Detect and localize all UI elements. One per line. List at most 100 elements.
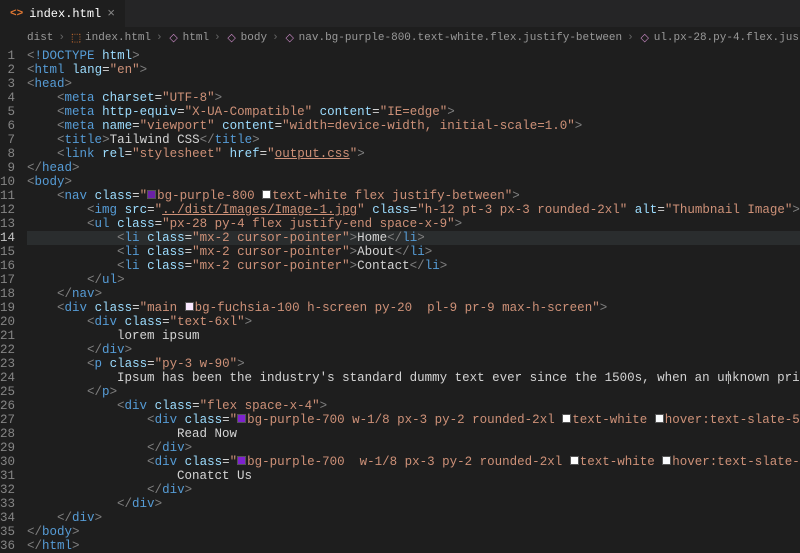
code-line[interactable]: </body> [27,525,800,539]
line-number: 26 [0,399,15,413]
code-line[interactable]: Read Now [27,427,800,441]
code-editor[interactable]: 1234567891011121314151617181920212223242… [0,48,800,552]
code-line[interactable]: <li class="mx-2 cursor-pointer">About</l… [27,245,800,259]
line-number: 35 [0,525,15,539]
breadcrumb-label: ul.px-28.py-4.flex.justify-end.space-x-9 [654,32,800,44]
code-line[interactable]: <div class="flex space-x-4"> [27,399,800,413]
chevron-right-icon: › [156,32,163,44]
code-line[interactable]: <html lang="en"> [27,63,800,77]
code-line[interactable]: </ul> [27,273,800,287]
text-cursor [728,371,729,384]
code-line[interactable]: <meta name="viewport" content="width=dev… [27,119,800,133]
code-line[interactable]: </nav> [27,287,800,301]
line-number: 4 [0,91,15,105]
color-swatch [562,414,571,423]
code-line[interactable]: <p class="py-3 w-90"> [27,357,800,371]
node-icon: ◇ [639,32,651,44]
line-number: 29 [0,441,15,455]
breadcrumb-label: index.html [85,32,151,44]
code-line[interactable]: <img src="../dist/Images/Image-1.jpg" cl… [27,203,800,217]
line-number: 10 [0,175,15,189]
breadcrumb-label: html [183,32,209,44]
line-number: 15 [0,245,15,259]
line-number: 28 [0,427,15,441]
code-line[interactable]: <div class="main bg-fuchsia-100 h-screen… [27,301,800,315]
code-line[interactable]: </div> [27,497,800,511]
code-line[interactable]: <head> [27,77,800,91]
code-line[interactable]: <nav class="bg-purple-800 text-white fle… [27,189,800,203]
code-line[interactable]: <!DOCTYPE html> [27,49,800,63]
code-line[interactable]: lorem ipsum [27,329,800,343]
code-line[interactable]: <meta charset="UTF-8"> [27,91,800,105]
node-icon: ◇ [226,32,238,44]
tab-index-html[interactable]: <> index.html × [0,0,126,27]
tab-filename: index.html [29,7,101,21]
close-icon[interactable]: × [107,6,115,21]
node-icon: ◇ [227,31,235,45]
line-number: 8 [0,147,15,161]
code-line[interactable]: </p> [27,385,800,399]
color-swatch [237,456,246,465]
breadcrumb[interactable]: dist › ⬚index.html › ◇ html › ◇ body › ◇nav.bg-pur… [0,28,800,48]
breadcrumb-label: body [241,32,267,44]
code-line[interactable]: Ipsum has been the industry's standard d… [27,371,800,385]
tab-bar: <> index.html × [0,0,800,28]
line-number: 36 [0,539,15,553]
code-line[interactable]: <li class="mx-2 cursor-pointer">Contact<… [27,259,800,273]
chevron-right-icon: › [272,32,279,44]
breadcrumb-segment[interactable]: ◇ul.px-28.py-4.flex.justify-end.space-x-… [639,32,800,44]
breadcrumb-segment[interactable]: ◇nav.bg-purple-800.text-white.flex.justi… [284,32,622,44]
breadcrumb-label: dist [27,32,53,44]
code-line[interactable]: </html> [27,539,800,553]
color-swatch [185,302,194,311]
line-number-gutter: 1234567891011121314151617181920212223242… [0,48,27,552]
line-number: 19 [0,301,15,315]
color-swatch [570,456,579,465]
code-line[interactable]: </head> [27,161,800,175]
code-line[interactable]: <li class="mx-2 cursor-pointer">Home</li… [27,231,800,245]
line-number: 24 [0,371,15,385]
line-number: 22 [0,343,15,357]
code-line[interactable]: <title>Tailwind CSS</title> [27,133,800,147]
node-icon: ◇ [284,32,296,44]
line-number: 17 [0,273,15,287]
line-number: 25 [0,385,15,399]
code-line[interactable]: <ul class="px-28 py-4 flex justify-end s… [27,217,800,231]
code-line[interactable]: <meta http-equiv="X-UA-Compatible" conte… [27,105,800,119]
breadcrumb-segment[interactable]: ⬚index.html [70,32,151,44]
line-number: 23 [0,357,15,371]
color-swatch [147,190,156,199]
line-number: 18 [0,287,15,301]
line-number: 7 [0,133,15,147]
line-number: 13 [0,217,15,231]
line-number: 1 [0,49,15,63]
breadcrumb-segment[interactable]: ◇ html [168,32,209,44]
code-line[interactable]: </div> [27,511,800,525]
code-line[interactable]: </div> [27,483,800,497]
chevron-right-icon: › [58,32,65,44]
line-number: 31 [0,469,15,483]
line-number: 33 [0,497,15,511]
breadcrumb-segment[interactable]: ◇ body [226,32,267,44]
line-number: 6 [0,119,15,133]
color-swatch [237,414,246,423]
line-number: 16 [0,259,15,273]
code-line[interactable]: <div class="text-6xl"> [27,315,800,329]
code-line[interactable]: <body> [27,175,800,189]
line-number: 21 [0,329,15,343]
breadcrumb-segment[interactable]: dist [12,32,53,44]
code-line[interactable]: <link rel="stylesheet" href="output.css"… [27,147,800,161]
code-line[interactable]: </div> [27,441,800,455]
code-line[interactable]: <div class="bg-purple-700 w-1/8 px-3 py-… [27,455,800,469]
code-line[interactable]: <div class="bg-purple-700 w-1/8 px-3 py-… [27,413,800,427]
code-line[interactable]: </div> [27,343,800,357]
chevron-right-icon: › [214,32,221,44]
line-number: 9 [0,161,15,175]
node-icon: ◇ [169,31,177,45]
color-swatch [662,456,671,465]
line-number: 32 [0,483,15,497]
line-number: 3 [0,77,15,91]
color-swatch [655,414,664,423]
code-line[interactable]: Conatct Us [27,469,800,483]
code-content[interactable]: <!DOCTYPE html><html lang="en"><head> <m… [27,48,800,552]
